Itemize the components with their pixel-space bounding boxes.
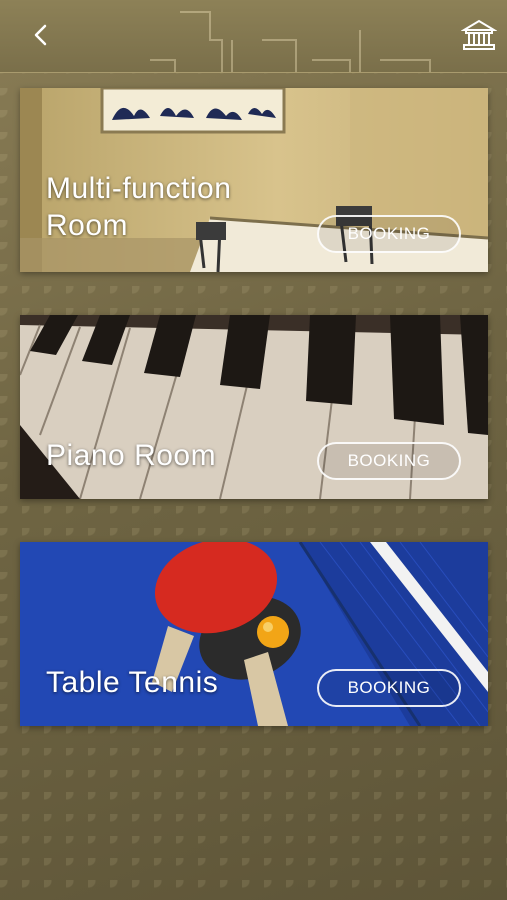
facility-title: Multi-function Room	[46, 172, 232, 242]
facility-card-piano-room[interactable]: Piano Room BOOKING	[20, 315, 488, 499]
booking-button[interactable]: BOOKING	[317, 215, 461, 253]
building-icon	[460, 19, 498, 50]
facility-card-table-tennis[interactable]: Table Tennis BOOKING	[20, 542, 488, 726]
facility-title: Piano Room	[46, 439, 217, 472]
back-button[interactable]	[26, 20, 56, 50]
chevron-left-icon	[34, 24, 47, 46]
booking-button[interactable]: BOOKING	[317, 669, 461, 707]
booking-button[interactable]: BOOKING	[317, 442, 461, 480]
facility-title: Table Tennis	[46, 666, 219, 699]
header-decoration	[150, 11, 431, 72]
home-button[interactable]	[460, 18, 498, 52]
top-bar	[0, 0, 507, 73]
facility-card-multi-function-room[interactable]: Multi-function Room BOOKING	[20, 88, 488, 272]
